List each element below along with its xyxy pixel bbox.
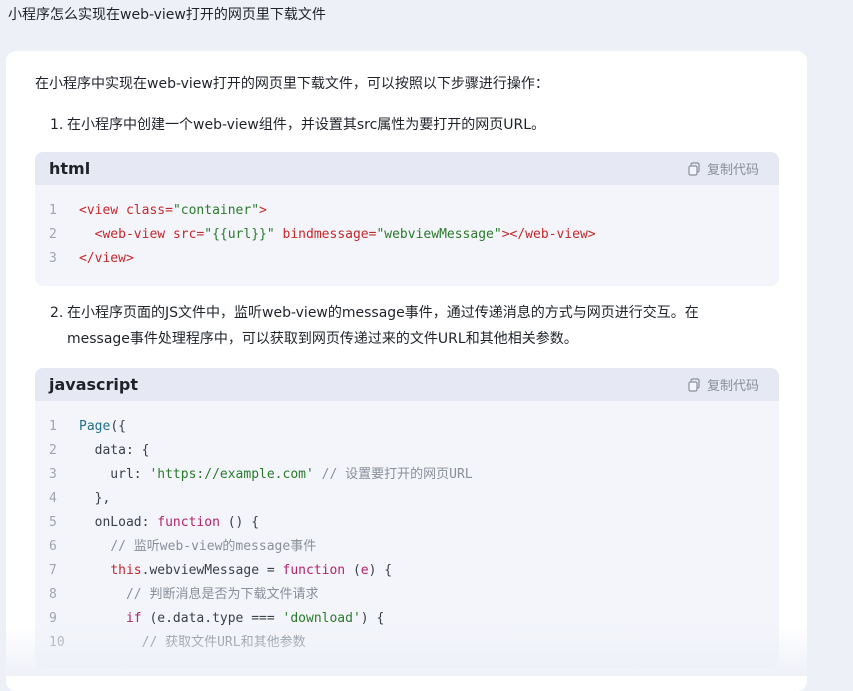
code-token: <web-view <box>94 227 173 242</box>
line-number: 6 <box>49 539 57 554</box>
code-token: 'https://example.com' <box>149 467 314 482</box>
code-token: <view <box>79 203 126 218</box>
code-text: }, <box>79 487 111 511</box>
code-token: ) { <box>368 563 393 578</box>
line-number: 8 <box>49 587 57 602</box>
copy-icon <box>688 161 700 176</box>
step-text: 在小程序中创建一个web-view组件，并设置其src属性为要打开的网页URL。 <box>67 117 546 133</box>
line-number: 2 <box>49 227 57 242</box>
code-block-javascript: javascript 复制代码 1 Page({2 data: {3 url: '… <box>35 368 779 668</box>
code-token: e <box>360 563 369 578</box>
code-token: ( <box>345 563 361 578</box>
code-line: 3 url: 'https://example.com' // 设置要打开的网页… <box>35 463 779 487</box>
code-token: onLoad: <box>79 515 158 530</box>
code-line: 4 }, <box>35 487 779 511</box>
code-token: bindmessage= <box>282 227 377 242</box>
code-line: 2 <web-view src="{{url}}" bindmessage="w… <box>35 223 779 247</box>
copy-icon <box>688 377 700 392</box>
code-token: url: <box>79 467 150 482</box>
step-text-line-1: 在小程序页面的JS文件中，监听web-view的message事件，通过传递消息… <box>67 305 699 321</box>
code-line: 7 this.webviewMessage = function (e) { <box>35 559 779 583</box>
code-text: this.webviewMessage = function (e) { <box>79 559 392 583</box>
code-token: }, <box>79 491 111 506</box>
code-header: html 复制代码 <box>35 152 779 185</box>
step-number: 1. <box>50 117 64 133</box>
code-token: // 判断消息是否为下载文件请求 <box>125 587 319 602</box>
code-token: ({ <box>110 419 126 434</box>
code-token: (e.data.type === <box>141 611 283 626</box>
code-text: Page({ <box>79 415 126 439</box>
code-text: onLoad: function () { <box>79 511 259 535</box>
code-text: <web-view src="{{url}}" bindmessage="web… <box>79 223 596 247</box>
step-number: 2. <box>50 305 64 321</box>
code-language-label: javascript <box>49 375 138 394</box>
line-number: 2 <box>49 443 57 458</box>
code-token: function <box>282 563 346 578</box>
question-text: 小程序怎么实现在web-view打开的网页里下载文件 <box>8 7 326 23</box>
code-line: 2 data: { <box>35 439 779 463</box>
code-line: 1 Page({ <box>35 415 779 439</box>
code-token: src= <box>172 227 205 242</box>
code-language-label: html <box>49 159 91 178</box>
code-line: 8 // 判断消息是否为下载文件请求 <box>35 583 779 607</box>
code-block-html: html 复制代码 1 <view class="container"> 2 <we… <box>35 152 779 286</box>
code-token: class= <box>125 203 173 218</box>
code-token: ></web-view> <box>501 227 596 242</box>
code-body: 1 <view class="container"> 2 <web-view src… <box>35 185 779 271</box>
code-text: url: 'https://example.com' // 设置要打开的网页UR… <box>79 463 473 487</box>
line-number: 1 <box>49 419 57 434</box>
code-token: > <box>259 203 267 218</box>
line-number: 7 <box>49 563 57 578</box>
code-text: data: { <box>79 439 150 463</box>
copy-code-label: 复制代码 <box>706 163 759 178</box>
answer-intro: 在小程序中实现在web-view打开的网页里下载文件，可以按照以下步骤进行操作： <box>35 76 549 92</box>
line-number: 4 <box>49 491 57 506</box>
code-token: "webviewMessage" <box>376 227 502 242</box>
copy-code-label: 复制代码 <box>706 379 759 394</box>
code-line: 6 // 监听web-view的message事件 <box>35 535 779 559</box>
scroll-fade <box>0 626 853 676</box>
line-number: 5 <box>49 515 57 530</box>
code-body: 1 Page({2 data: {3 url: 'https://example.… <box>35 401 779 655</box>
line-number: 1 <box>49 203 57 218</box>
code-token: // 监听web-view的message事件 <box>110 539 317 554</box>
code-token: </view> <box>79 251 134 266</box>
code-header: javascript 复制代码 <box>35 368 779 401</box>
code-token: this <box>110 563 142 578</box>
step-2: 2. 在小程序页面的JS文件中，监听web-view的message事件，通过传递… <box>50 300 750 352</box>
code-line: 1 <view class="container"> <box>35 199 779 223</box>
code-token: ) { <box>360 611 385 626</box>
code-token: Page <box>79 419 111 434</box>
copy-code-button[interactable]: 复制代码 <box>687 375 759 394</box>
line-number: 3 <box>49 467 57 482</box>
code-token: 'download' <box>282 611 361 626</box>
code-text: <view class="container"> <box>79 199 267 223</box>
step-text-line-2: message事件处理程序中，可以获取到网页传递过来的文件URL和其他相关参数。 <box>67 331 578 347</box>
line-number: 3 <box>49 251 57 266</box>
code-line: 3 </view> <box>35 247 779 271</box>
code-token: "container" <box>172 203 260 218</box>
code-token: .webviewMessage = <box>141 563 283 578</box>
code-token: data: { <box>79 443 150 458</box>
copy-code-button[interactable]: 复制代码 <box>687 159 759 178</box>
code-text: // 判断消息是否为下载文件请求 <box>79 583 318 607</box>
code-text: // 监听web-view的message事件 <box>79 535 316 559</box>
code-text: </view> <box>79 247 134 271</box>
code-token: () { <box>219 515 260 530</box>
code-line: 5 onLoad: function () { <box>35 511 779 535</box>
code-token: "{{url}}" <box>204 227 275 242</box>
step-1: 1. 在小程序中创建一个web-view组件，并设置其src属性为要打开的网页UR… <box>50 112 545 138</box>
code-token: if <box>125 611 142 626</box>
code-token: function <box>157 515 220 530</box>
code-token: // 设置要打开的网页URL <box>321 467 473 482</box>
